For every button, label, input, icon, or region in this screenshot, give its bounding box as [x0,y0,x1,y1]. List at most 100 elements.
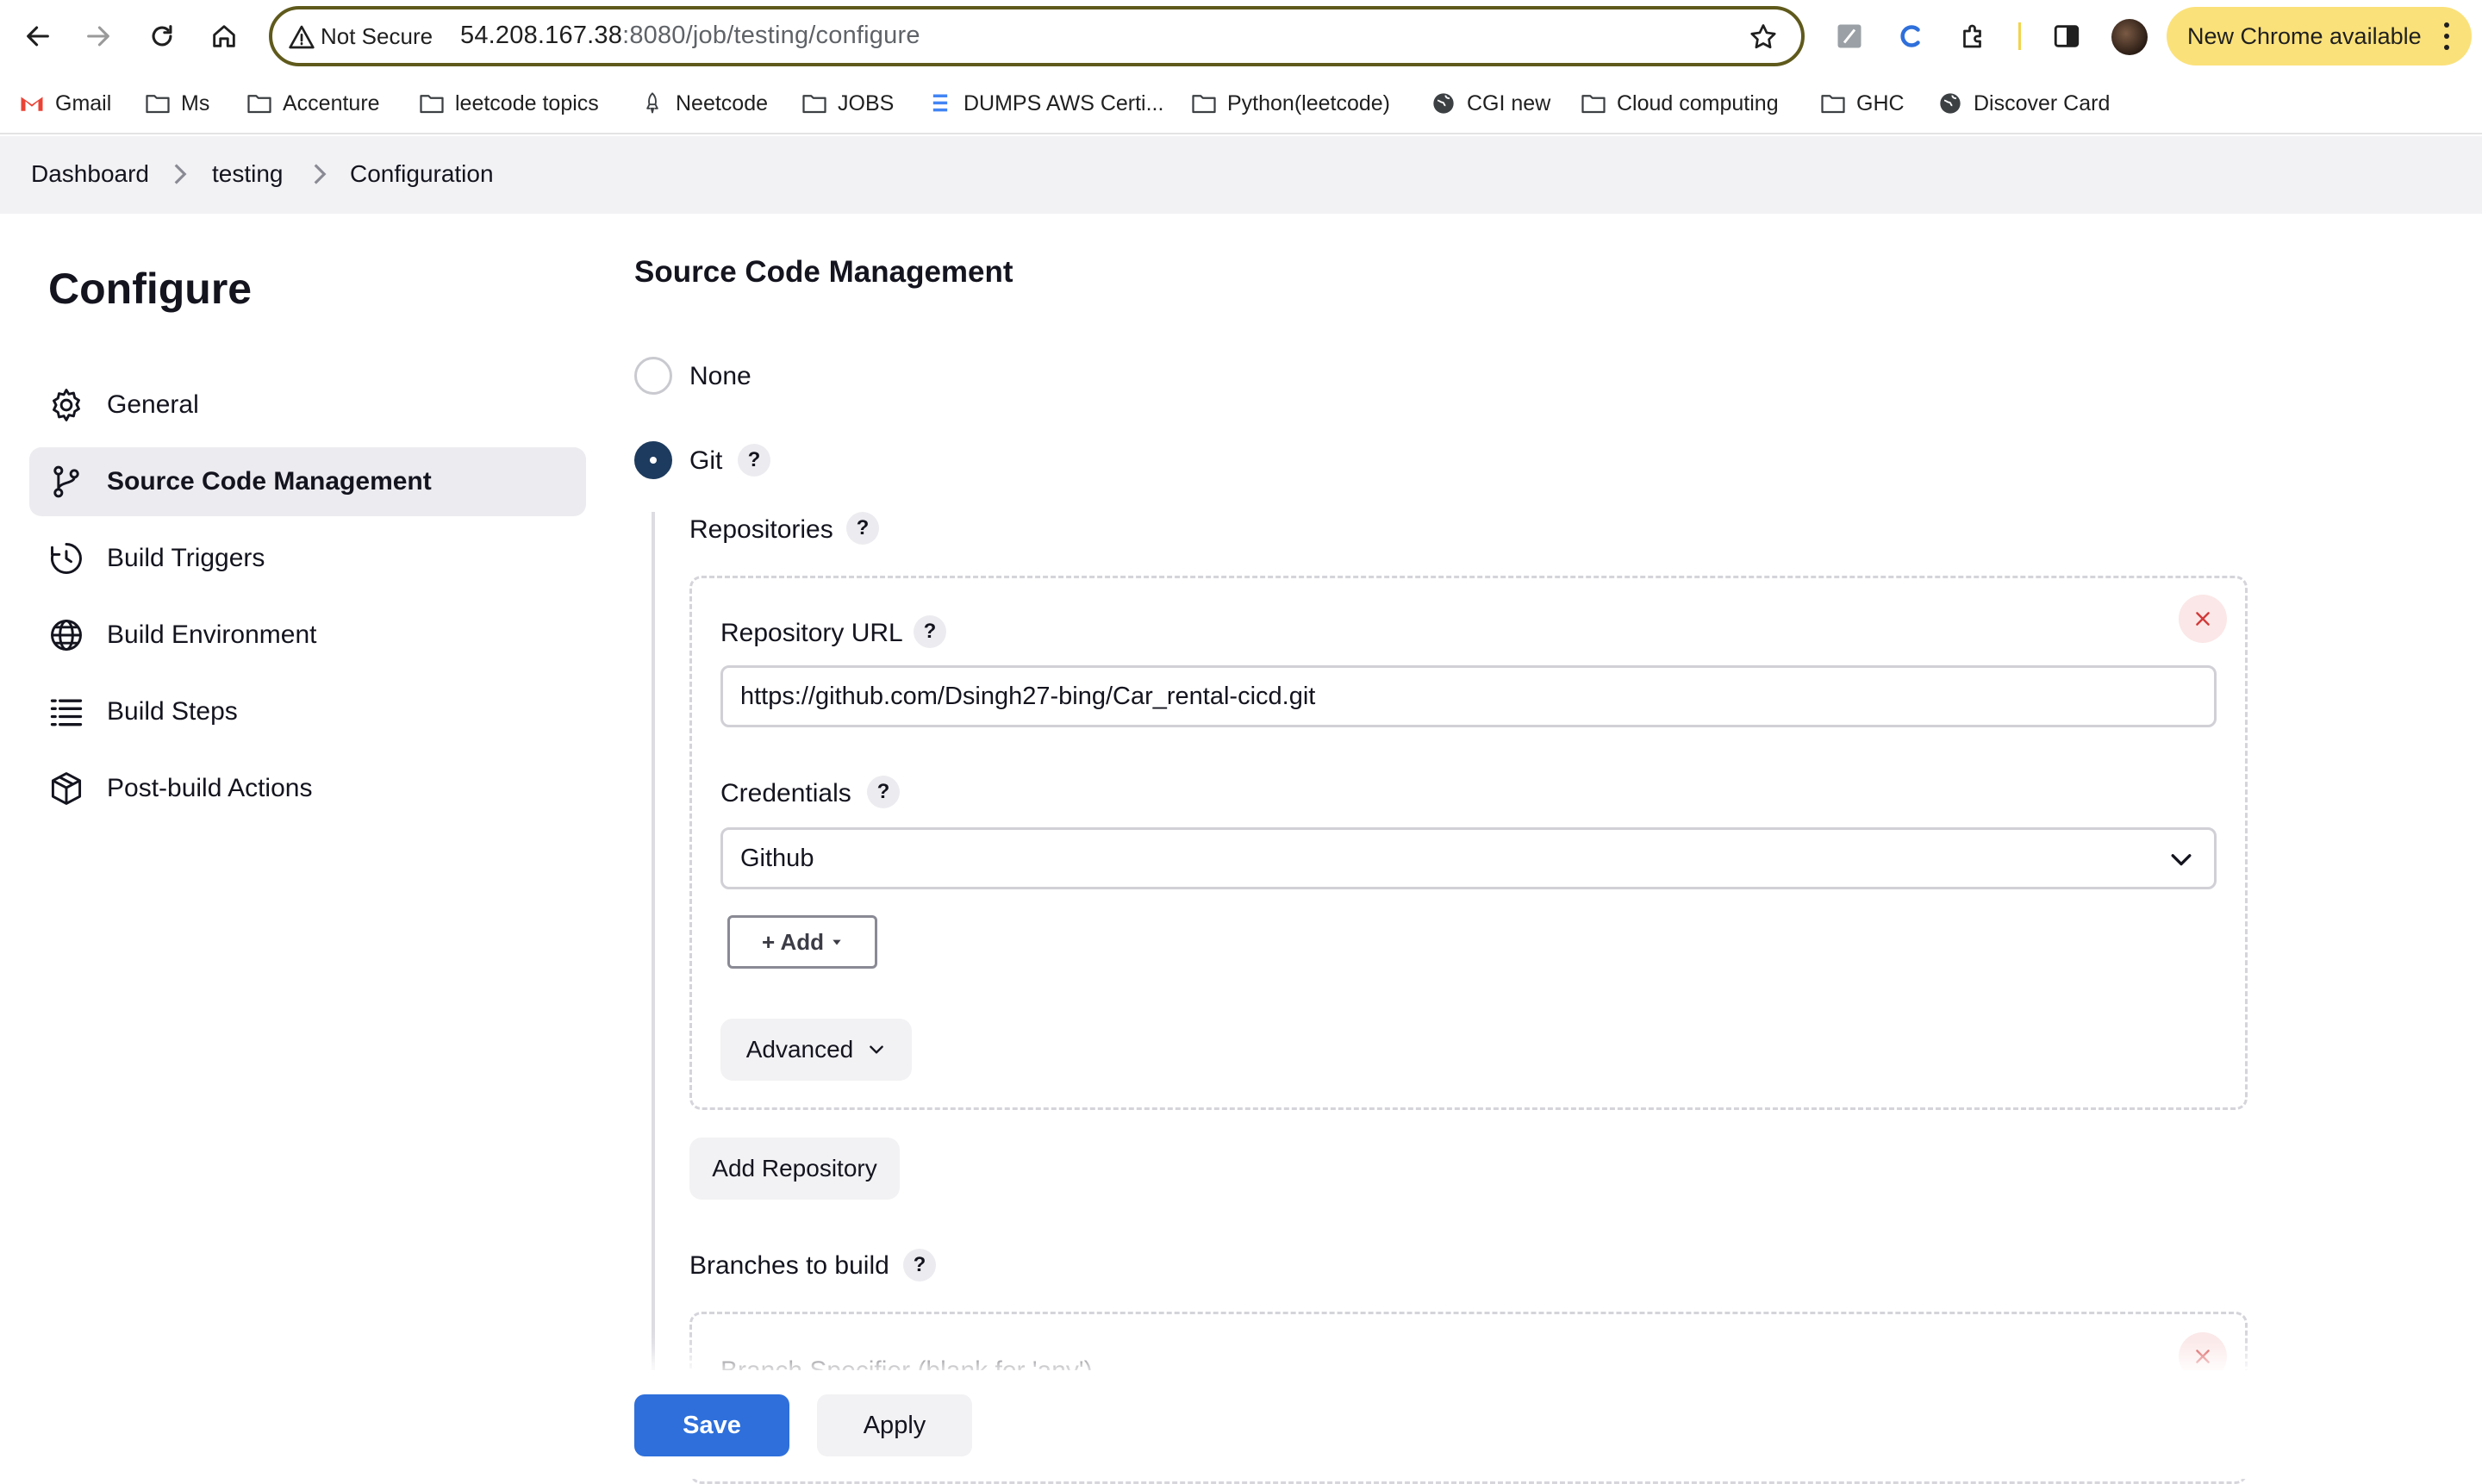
radio-git[interactable] [634,441,672,479]
sidebar-item-build-steps[interactable]: Build Steps [29,677,586,746]
save-button[interactable]: Save [634,1394,789,1456]
toolbar-divider [2018,22,2021,50]
bookmark-leetcode-topics[interactable]: leetcode topics [419,90,599,117]
credentials-selected-value: Github [740,844,814,872]
branch-icon [47,462,86,502]
bookmark-label: Ms [181,90,210,115]
radio-none[interactable] [634,357,672,395]
radio-none-label[interactable]: None [689,362,751,391]
sidebar-item-build-environment[interactable]: Build Environment [29,601,586,670]
bookmark-label: Python(leetcode) [1227,90,1391,115]
breadcrumb-testing[interactable]: testing [212,160,284,188]
package-icon [47,769,86,808]
page-title: Configure [48,265,253,313]
repository-url-help-button[interactable]: ? [914,615,946,648]
back-button[interactable] [17,16,59,57]
bookmark-gmail[interactable]: Gmail [19,90,111,117]
bookmark-python-leetcode[interactable]: Python(leetcode) [1191,90,1390,117]
sidebar-item-label: Source Code Management [107,467,432,496]
bookmark-label: CGI new [1467,90,1551,115]
arrow-right-icon [87,26,109,47]
bookmark-label: Cloud computing [1617,90,1779,115]
advanced-button[interactable]: Advanced [720,1019,912,1081]
section-indent-line [652,512,655,1374]
url-text[interactable]: 54.208.167.38:8080/job/testing/configure [460,22,920,50]
remove-repository-button[interactable] [2179,595,2227,643]
sidebar-item-source-code-management[interactable]: Source Code Management [29,447,586,516]
sidebar-item-build-triggers[interactable]: Build Triggers [29,524,586,593]
repository-url-input[interactable]: https://github.com/Dsingh27-bing/Car_ren… [720,665,2217,727]
bookmark-cloud-computing[interactable]: Cloud computing [1581,90,1779,117]
puzzle-icon [1963,24,1981,48]
chevron-down-icon [870,1045,884,1054]
bookmark-label: DUMPS AWS Certi... [963,90,1164,115]
globe-icon [1940,93,1961,114]
warning-icon [289,25,315,49]
c-extension-icon[interactable] [1894,19,1929,53]
radio-git-label[interactable]: Git [689,446,722,476]
branches-to-build-label: Branches to build [689,1251,889,1280]
bookmark-ghc[interactable]: GHC [1820,90,1905,117]
add-credentials-button[interactable]: + Add [727,915,877,969]
home-button[interactable] [203,16,245,57]
bookmark-dumps-aws[interactable]: DUMPS AWS Certi... [927,90,1163,117]
sidebar-item-label: Build Environment [107,620,317,649]
close-icon [2196,1350,2210,1363]
security-label[interactable]: Not Secure [321,23,433,50]
folder-icon [1821,95,1845,114]
git-help-button[interactable]: ? [738,444,770,477]
bookmark-ms[interactable]: Ms [145,90,209,117]
bookmark-label: Accenture [283,90,380,115]
reload-button[interactable] [141,16,183,57]
folder-icon [1192,95,1216,114]
list-icon [47,692,86,732]
extensions-button[interactable] [1956,19,1991,53]
folder-icon [1581,95,1606,114]
chevron-down-icon [2171,854,2192,866]
puzzle-tile-icon [1837,24,1862,48]
address-bar[interactable]: Not Secure 54.208.167.38:8080/job/testin… [269,6,1805,66]
sidebar-item-label: Build Steps [107,697,238,726]
new-chrome-button[interactable]: New Chrome available [2167,7,2472,65]
breadcrumb-dashboard[interactable]: Dashboard [31,160,149,188]
bookmark-label: Discover Card [1974,90,2111,115]
bookmark-label: JOBS [838,90,895,115]
url-path: :8080/job/testing/configure [622,22,920,49]
folder-icon [247,95,271,114]
bookmark-cgi-new[interactable]: CGI new [1431,90,1550,117]
home-icon [213,25,235,47]
side-panel-button[interactable] [2049,19,2084,53]
apply-button[interactable]: Apply [817,1394,972,1456]
chevron-right-icon [314,164,327,184]
breadcrumb-configuration[interactable]: Configuration [350,160,494,188]
bookmark-neetcode[interactable]: Neetcode [639,90,768,117]
credentials-help-button[interactable]: ? [867,776,900,808]
add-repository-button[interactable]: Add Repository [689,1138,900,1200]
bookmark-jobs[interactable]: JOBS [801,90,894,117]
sidebar-item-general[interactable]: General [29,371,586,440]
repositories-help-button[interactable]: ? [846,512,879,545]
forward-button[interactable] [78,16,119,57]
credentials-label: Credentials [720,779,851,807]
browser-toolbar: Not Secure 54.208.167.38:8080/job/testin… [0,0,2482,72]
extension-icon[interactable] [1832,19,1867,53]
arrow-left-icon [27,26,49,47]
credentials-select[interactable]: Github [720,827,2217,889]
bookmark-discover-card[interactable]: Discover Card [1937,90,2110,117]
repository-url-label: Repository URL [720,619,903,647]
sidebar-item-post-build-actions[interactable]: Post-build Actions [29,754,586,823]
globe-icon [1433,93,1454,114]
url-host: 54.208.167.38 [460,22,623,49]
star-icon[interactable] [1748,22,1779,53]
folder-icon [802,95,826,114]
gear-icon [47,385,86,425]
bookmark-accenture[interactable]: Accenture [246,90,380,117]
sidebar-item-label: Build Triggers [107,544,265,572]
doc-icon [932,94,948,112]
profile-avatar[interactable] [2111,19,2148,55]
bookmark-label: GHC [1856,90,1905,115]
new-chrome-label: New Chrome available [2187,22,2422,49]
branches-help-button[interactable]: ? [903,1249,936,1281]
advanced-label: Advanced [745,1036,854,1063]
globe-icon [47,615,86,655]
